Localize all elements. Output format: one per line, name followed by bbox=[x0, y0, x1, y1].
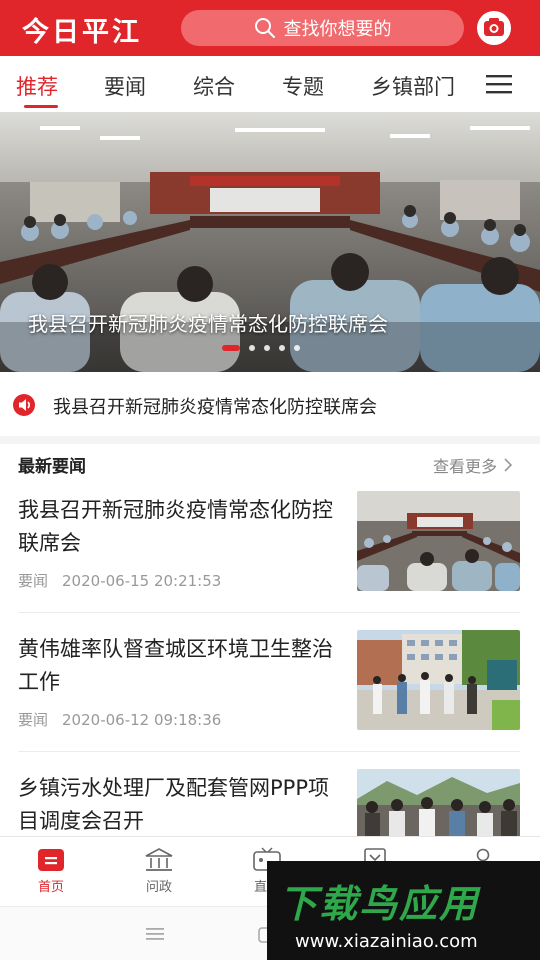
search-placeholder: 查找你想要的 bbox=[283, 19, 392, 40]
tab-towns-departments[interactable]: 乡镇部门 bbox=[371, 71, 455, 101]
tab-topics[interactable]: 专题 bbox=[282, 71, 324, 101]
view-more-label: 查看更多 bbox=[433, 457, 498, 476]
government-icon bbox=[145, 848, 173, 871]
list-divider bbox=[18, 751, 520, 752]
nav-inquiry-label: 问政 bbox=[145, 880, 172, 895]
view-more-link[interactable]: 查看更多 bbox=[433, 453, 513, 477]
speaker-icon bbox=[13, 394, 35, 416]
section-title: 最新要闻 bbox=[18, 457, 86, 477]
carousel-dot[interactable] bbox=[249, 345, 255, 351]
carousel-dot[interactable] bbox=[264, 345, 270, 351]
news-thumbnail bbox=[357, 491, 520, 591]
list-divider bbox=[18, 612, 520, 613]
system-menu-icon[interactable] bbox=[146, 927, 164, 941]
menu-icon[interactable] bbox=[486, 74, 512, 94]
home-icon bbox=[38, 849, 64, 871]
banner-caption: 我县召开新冠肺炎疫情常态化防控联席会 bbox=[28, 312, 388, 336]
news-title: 黄伟雄率队督查城区环境卫生整治工作 bbox=[18, 637, 333, 694]
carousel-dot-active[interactable] bbox=[222, 345, 240, 351]
app-logo[interactable]: 今日平江 bbox=[22, 10, 142, 49]
news-title: 我县召开新冠肺炎疫情常态化防控联席会 bbox=[18, 498, 333, 555]
watermark-title: 下载鸟应用 bbox=[279, 882, 480, 926]
news-meta: 要闻 2020-06-12 09:18:36 bbox=[18, 709, 221, 730]
watermark-logo: 下载鸟应用 www.xiazainiao.com bbox=[267, 861, 540, 960]
carousel-dot[interactable] bbox=[294, 345, 300, 351]
announcement-text: 我县召开新冠肺炎疫情常态化防控联席会 bbox=[53, 397, 377, 418]
nav-inquiry[interactable]: 问政 bbox=[129, 847, 189, 895]
tab-headlines[interactable]: 要闻 bbox=[104, 71, 146, 101]
news-title: 乡镇污水处理厂及配套管网PPP项目调度会召开 bbox=[18, 776, 329, 833]
announcement-bar[interactable]: 我县召开新冠肺炎疫情常态化防控联席会 bbox=[0, 372, 540, 436]
news-category: 要闻 bbox=[18, 572, 49, 590]
nav-home-label: 首页 bbox=[37, 880, 64, 895]
chevron-right-icon bbox=[504, 458, 513, 472]
search-bar[interactable]: 查找你想要的 bbox=[181, 10, 464, 46]
active-tab-indicator bbox=[24, 105, 58, 108]
tab-general[interactable]: 综合 bbox=[193, 71, 235, 101]
section-divider bbox=[0, 436, 540, 444]
news-thumbnail bbox=[357, 630, 520, 730]
nav-home[interactable]: 首页 bbox=[21, 847, 81, 895]
category-tabs: 推荐 要闻 综合 专题 乡镇部门 bbox=[0, 56, 540, 112]
carousel-dot[interactable] bbox=[279, 345, 285, 351]
carousel-indicators bbox=[222, 345, 309, 351]
news-meta: 要闻 2020-06-15 20:21:53 bbox=[18, 570, 221, 591]
news-thumbnail bbox=[357, 769, 520, 839]
news-category: 要闻 bbox=[18, 711, 49, 729]
search-icon bbox=[254, 18, 275, 38]
camera-icon[interactable] bbox=[476, 10, 512, 46]
hero-banner[interactable]: 我县召开新冠肺炎疫情常态化防控联席会 bbox=[0, 112, 540, 372]
news-item[interactable]: 黄伟雄率队督查城区环境卫生整治工作 要闻 2020-06-12 09:18:36 bbox=[0, 625, 540, 763]
tab-recommend[interactable]: 推荐 bbox=[16, 71, 58, 101]
news-item[interactable]: 我县召开新冠肺炎疫情常态化防控联席会 要闻 2020-06-15 20:21:53 bbox=[0, 486, 540, 624]
news-time: 2020-06-12 09:18:36 bbox=[62, 711, 222, 729]
app-header: 今日平江 查找你想要的 bbox=[0, 0, 540, 56]
news-time: 2020-06-15 20:21:53 bbox=[62, 572, 222, 590]
watermark-url: www.xiazainiao.com bbox=[295, 931, 478, 952]
